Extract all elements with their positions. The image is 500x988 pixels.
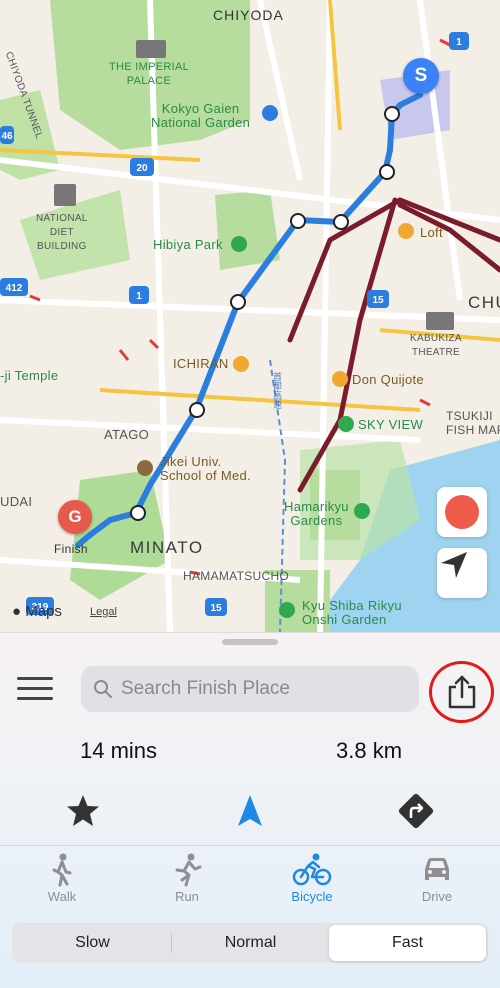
distance-value: 3.8 km [336, 738, 403, 763]
label-finish: Finish [54, 542, 88, 556]
speed-fast[interactable]: Fast [329, 925, 486, 961]
route-shield-1-top: 1 [456, 37, 462, 48]
label-tsukiji: TSUKIJI FISH MARKE [446, 409, 500, 437]
label-sky-view: SKY VIEW [358, 417, 424, 432]
favorite-button[interactable] [63, 791, 103, 831]
run-icon [175, 853, 202, 887]
duration-value: 14 mins [80, 738, 158, 763]
mode-drive-label: Drive [421, 889, 453, 904]
speed-slow[interactable]: Slow [14, 925, 171, 961]
navigate-button[interactable] [230, 791, 270, 831]
walk-icon [52, 853, 72, 887]
mode-run[interactable]: Run [147, 853, 227, 904]
menu-button[interactable] [17, 677, 53, 703]
label-hamarikyu: Hamarikyu Gardens [284, 499, 349, 528]
label-kokyo-gaien: Kokyo Gaien National Garden [151, 101, 251, 130]
label-hamamatsucho: HAMAMATSUCHO [183, 569, 290, 583]
label-kabukiza: KABUKIZA THEATRE [410, 333, 462, 358]
label-expressway: 首都高速 [272, 372, 282, 410]
mode-drive[interactable]: Drive [397, 853, 477, 904]
route-shield-15a: 15 [372, 295, 384, 306]
route-shield-15b: 15 [210, 603, 222, 614]
label-jikei: Jikei Univ. School of Med. [160, 454, 251, 483]
mode-walk-label: Walk [47, 889, 77, 904]
label-don-quijote: Don Quijote [352, 372, 424, 387]
mode-walk[interactable]: Walk [22, 853, 102, 904]
label-ji-temple: -ji Temple [0, 368, 59, 383]
label-national-diet: NATIONAL DIET BUILDING [36, 213, 88, 252]
share-button-highlight[interactable] [429, 661, 494, 723]
label-chiyoda: CHIYODA [213, 7, 284, 23]
record-icon [445, 495, 479, 529]
menu-icon [17, 677, 53, 680]
legal-link[interactable]: Legal [90, 606, 117, 618]
location-arrow-icon [441, 552, 467, 578]
map-canvas: 1 1 20 46 412 15 15 319 [0, 0, 500, 632]
speed-normal[interactable]: Normal [172, 925, 329, 961]
bottom-panel: 14 mins 3.8 km Walk Run [0, 632, 500, 988]
label-ichiran: ICHIRAN [173, 356, 229, 371]
route-shield-46: 46 [1, 131, 13, 142]
label-minato: MINATO [130, 538, 204, 557]
star-icon [67, 795, 99, 826]
share-icon [448, 675, 475, 709]
route-shield-20: 20 [136, 163, 148, 174]
navigation-arrow-icon [238, 795, 262, 826]
maps-logo-text: Maps [25, 603, 62, 620]
speed-segmented-control: Slow Normal Fast [12, 923, 488, 963]
mode-bicycle-label: Bicycle [291, 889, 333, 904]
current-location-button[interactable] [437, 548, 487, 598]
directions-button[interactable] [396, 791, 436, 831]
record-button[interactable] [437, 487, 487, 537]
map-view[interactable]: 1 1 20 46 412 15 15 319 CHIYODA THE IMPE… [0, 0, 500, 632]
directions-icon [398, 793, 434, 829]
label-kyu-shiba: Kyu Shiba Rikyu Onshi Garden [302, 598, 402, 627]
divider [0, 845, 500, 846]
maps-logo: ● Maps [12, 603, 62, 620]
search-field[interactable] [81, 666, 419, 712]
label-hibiya-park: Hibiya Park [153, 237, 223, 252]
label-chu: CHU [468, 293, 500, 312]
car-icon [425, 858, 449, 880]
label-loft: Loft [420, 225, 443, 240]
start-pin[interactable]: S [403, 58, 439, 94]
route-shield-1-mid: 1 [136, 291, 142, 302]
search-input[interactable] [121, 678, 401, 700]
apple-icon: ● [12, 603, 22, 620]
goal-pin[interactable]: G [58, 500, 92, 534]
label-atago: ATAGO [104, 427, 150, 442]
search-icon [94, 680, 112, 698]
mode-run-label: Run [175, 889, 199, 904]
mode-bicycle[interactable]: Bicycle [272, 853, 352, 904]
bicycle-icon [292, 853, 332, 886]
label-udai: UDAI [0, 494, 33, 509]
label-imperial-palace: THE IMPERIAL PALACE [109, 61, 190, 87]
panel-grabber[interactable] [222, 639, 278, 645]
route-shield-412: 412 [6, 283, 23, 294]
